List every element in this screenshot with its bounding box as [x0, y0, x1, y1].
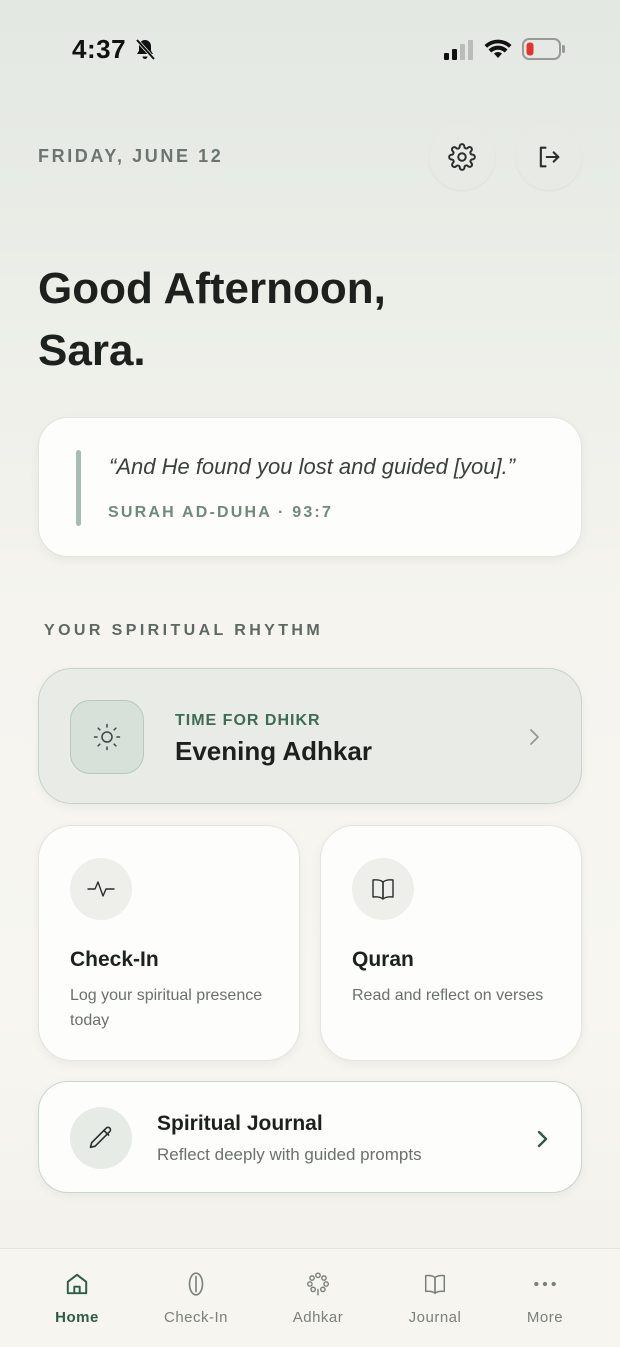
tab-adhkar[interactable]: Adhkar	[263, 1249, 373, 1347]
checkin-title: Check-In	[70, 948, 159, 971]
sun-icon	[93, 723, 121, 751]
tab-journal[interactable]: Journal	[380, 1249, 490, 1347]
tab-label: Adhkar	[292, 1309, 344, 1326]
tab-more[interactable]: More	[490, 1249, 600, 1347]
tab-label: Home	[55, 1309, 99, 1326]
chevron-right-icon	[530, 729, 539, 745]
date-label: FRIDAY, JUNE 12	[38, 146, 224, 166]
quran-icon-circle	[352, 858, 414, 920]
dhikr-icon-box	[70, 700, 144, 774]
checkin-icon-circle	[70, 858, 132, 920]
prayer-beads-icon	[305, 1271, 331, 1297]
dhikr-title: Evening Adhkar	[175, 736, 372, 766]
tab-label: Check-In	[163, 1309, 229, 1326]
journal-icon-circle	[70, 1107, 132, 1169]
journal-subtitle: Reflect deeply with guided prompts	[157, 1145, 422, 1164]
verse-text: “And He found you lost and guided [you].…	[109, 454, 516, 479]
more-dots-icon	[532, 1271, 558, 1297]
book-icon	[372, 879, 394, 900]
bell-slash-icon	[135, 38, 156, 61]
checkin-card[interactable]: Check-In Log your spiritual presence tod…	[38, 825, 300, 1061]
tab-check-in[interactable]: Check-In	[141, 1249, 251, 1347]
settings-button[interactable]	[429, 124, 495, 190]
settings-icon	[448, 143, 476, 171]
logout-button[interactable]	[516, 124, 582, 190]
verse-card: “And He found you lost and guided [you].…	[38, 417, 582, 557]
status-bar: 4:37	[0, 0, 620, 100]
tab-label: Journal	[408, 1309, 462, 1326]
pencil-icon	[89, 1126, 112, 1149]
quran-card[interactable]: Quran Read and reflect on verses	[320, 825, 582, 1061]
greeting-heading: Good Afternoon, Sara.	[38, 258, 558, 382]
chevron-right-icon	[537, 1130, 548, 1148]
home-icon	[64, 1271, 90, 1297]
pulse-icon	[87, 881, 115, 897]
logout-icon	[539, 146, 560, 168]
checkin-subtitle: Log your spiritual presence today	[70, 987, 263, 1029]
verse-reference: SURAH AD-DUHA · 93:7	[108, 504, 334, 521]
greeting-name: Sara.	[38, 326, 146, 375]
dhikr-eyebrow: TIME FOR DHIKR	[175, 712, 321, 729]
battery-low-icon	[522, 38, 565, 60]
tab-label: More	[526, 1309, 564, 1326]
tab-home[interactable]: Home	[22, 1249, 132, 1347]
bottom-tab-bar: Home Check-In Adhkar Journal More	[0, 1248, 620, 1347]
section-title: YOUR SPIRITUAL RHYTHM	[44, 622, 324, 639]
cellular-signal-icon	[444, 40, 473, 60]
evening-adhkar-card[interactable]: TIME FOR DHIKR Evening Adhkar	[38, 668, 582, 804]
wifi-icon	[484, 39, 512, 58]
journal-title: Spiritual Journal	[157, 1112, 323, 1135]
book-open-icon	[422, 1271, 448, 1297]
quran-title: Quran	[352, 948, 414, 971]
leaf-icon	[183, 1271, 209, 1297]
spiritual-journal-card[interactable]: Spiritual Journal Reflect deeply with gu…	[38, 1081, 582, 1193]
verse-accent-bar	[76, 450, 81, 526]
status-time: 4:37	[72, 34, 127, 64]
greeting-line: Good Afternoon,	[38, 264, 386, 313]
quran-subtitle: Read and reflect on verses	[352, 987, 544, 1004]
